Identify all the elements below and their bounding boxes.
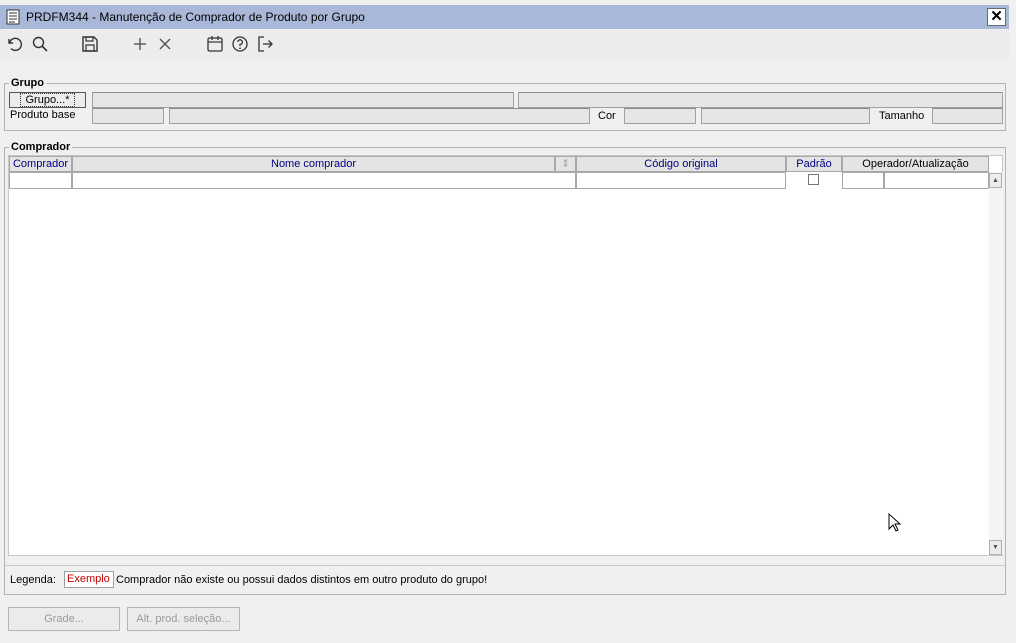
close-button[interactable]: ✕: [987, 8, 1006, 26]
add-icon[interactable]: [131, 35, 151, 55]
codigo-original-cell[interactable]: [576, 172, 786, 189]
save-icon[interactable]: [81, 35, 101, 55]
legenda-example: Exemplo: [64, 571, 114, 588]
cor-code-field[interactable]: [624, 108, 696, 124]
sort-icon[interactable]: ⁑: [555, 156, 576, 172]
title-bar: PRDFM344 - Manutenção de Comprador de Pr…: [0, 5, 1009, 29]
comprador-grid: [8, 155, 1003, 556]
grade-button[interactable]: Grade...: [8, 607, 120, 631]
grupo-description-field[interactable]: [518, 92, 1003, 108]
column-header-nome-comprador[interactable]: Nome comprador: [72, 156, 555, 172]
tamanho-field[interactable]: [932, 108, 1003, 124]
toolbar: [0, 30, 1009, 60]
scroll-down-icon[interactable]: ▼: [989, 540, 1002, 555]
grupo-code-field[interactable]: [92, 92, 514, 108]
produto-base-description-field[interactable]: [169, 108, 590, 124]
column-header-padrao[interactable]: Padrão: [786, 156, 842, 172]
produto-base-label: Produto base: [10, 109, 76, 121]
nome-comprador-cell[interactable]: [72, 172, 576, 189]
delete-icon[interactable]: [156, 35, 176, 55]
legenda-text: Comprador não existe ou possui dados dis…: [116, 574, 488, 586]
help-icon[interactable]: [231, 35, 251, 55]
column-header-operador-atualizacao[interactable]: Operador/Atualização: [842, 156, 989, 172]
search-icon[interactable]: [31, 35, 51, 55]
comprador-cell[interactable]: [9, 172, 72, 189]
column-header-comprador[interactable]: Comprador: [9, 156, 72, 172]
tamanho-label: Tamanho: [879, 110, 925, 122]
grupo-button[interactable]: Grupo...*: [9, 92, 86, 108]
legend-divider: [5, 565, 1005, 566]
mouse-cursor-icon: [888, 512, 904, 533]
window-title: PRDFM344 - Manutenção de Comprador de Pr…: [26, 10, 365, 24]
cor-label: Cor: [598, 110, 616, 122]
comprador-legend: Comprador: [9, 141, 73, 154]
produto-base-code-field[interactable]: [92, 108, 164, 124]
alt-prod-selecao-button[interactable]: Alt. prod. seleção...: [127, 607, 240, 631]
cor-description-field[interactable]: [701, 108, 870, 124]
atualizacao-cell[interactable]: [884, 172, 989, 189]
vertical-scrollbar[interactable]: [989, 172, 1003, 555]
legenda-label: Legenda:: [10, 574, 56, 586]
grupo-button-label: Grupo...*: [20, 93, 75, 107]
padrao-cell: [786, 172, 842, 189]
undo-icon[interactable]: [5, 35, 25, 55]
operador-cell[interactable]: [842, 172, 884, 189]
grupo-legend: Grupo: [9, 77, 46, 90]
document-icon: [6, 9, 20, 25]
exit-icon[interactable]: [256, 35, 276, 55]
scroll-up-icon[interactable]: ▲: [989, 173, 1002, 188]
column-header-codigo-original[interactable]: Código original: [576, 156, 786, 172]
calendar-icon[interactable]: [206, 35, 226, 55]
padrao-checkbox[interactable]: [808, 174, 819, 185]
